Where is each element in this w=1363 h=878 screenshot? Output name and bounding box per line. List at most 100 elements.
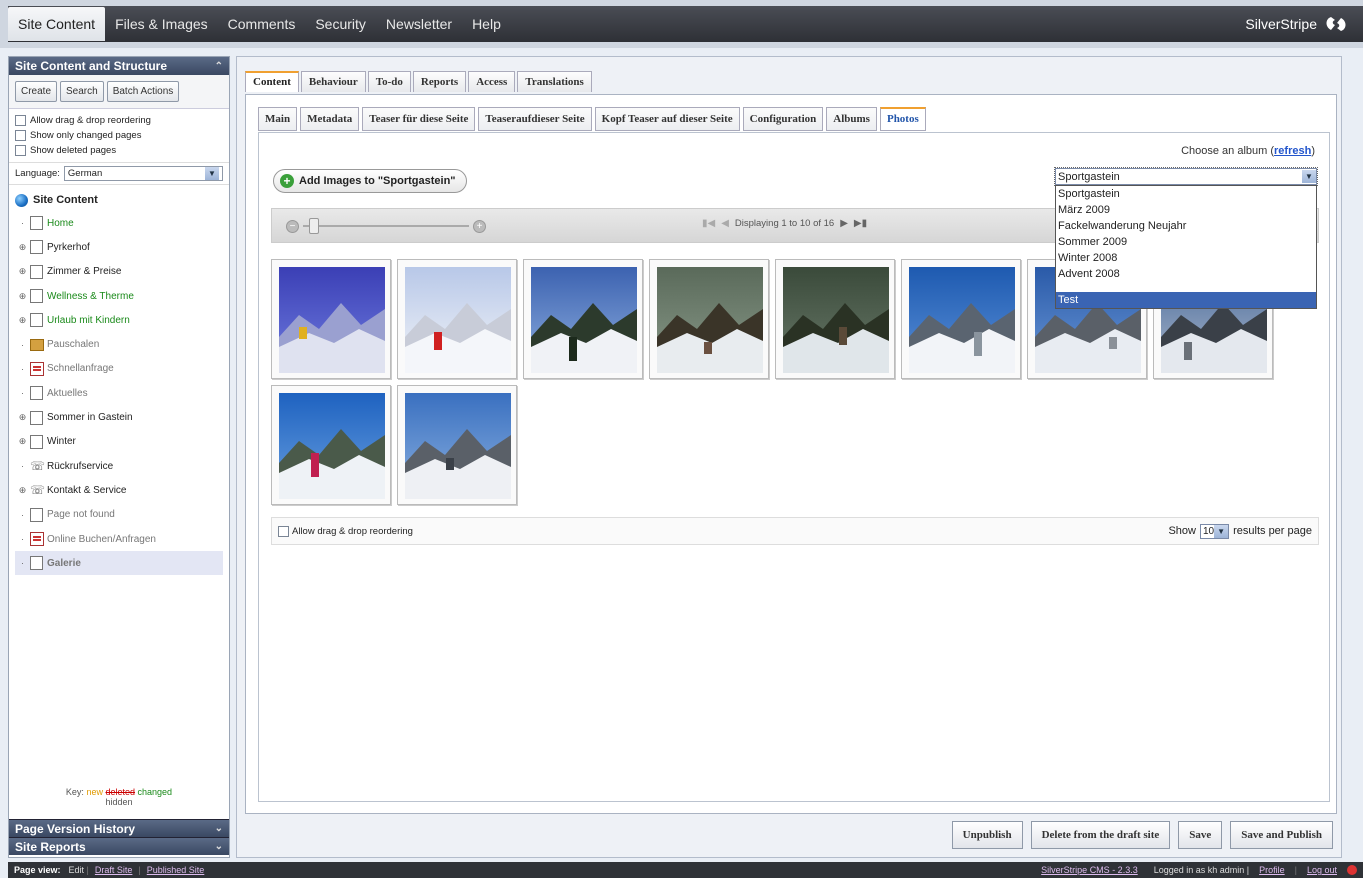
refresh-link[interactable]: refresh — [1274, 145, 1311, 157]
album-option[interactable]: Test — [1056, 292, 1316, 308]
photo-thumbnail[interactable] — [271, 259, 391, 379]
tree-item[interactable]: ⊕ Winter — [15, 430, 223, 454]
collapse-icon[interactable]: ⌃ — [215, 61, 223, 72]
outer-tab[interactable]: To-do — [367, 71, 411, 92]
top-nav-item[interactable]: Newsletter — [376, 6, 462, 42]
outer-tab[interactable]: Behaviour — [300, 71, 366, 92]
tree-option[interactable]: Allow drag & drop reordering — [15, 113, 223, 128]
tree-item[interactable]: ⊕ Urlaub mit Kindern — [15, 308, 223, 332]
inner-tab[interactable]: Kopf Teaser auf dieser Seite — [594, 107, 740, 131]
tree-action-button[interactable]: Search — [60, 81, 104, 102]
checkbox[interactable] — [15, 115, 26, 126]
tree-item[interactable]: · ☏ Rückrufservice — [15, 454, 223, 478]
expand-icon[interactable]: ⊕ — [17, 412, 28, 423]
first-page-icon[interactable]: ▮◀ — [702, 218, 715, 229]
inner-tab[interactable]: Metadata — [300, 107, 360, 131]
tree-item[interactable]: · Page not found — [15, 503, 223, 527]
photo-thumbnail[interactable] — [901, 259, 1021, 379]
language-select[interactable]: German ▼ — [63, 166, 223, 181]
outer-tab[interactable]: Translations — [517, 71, 592, 92]
form-action-button[interactable]: Save — [1178, 821, 1223, 849]
tree-item[interactable]: ⊕ Zimmer & Preise — [15, 260, 223, 284]
drag-reorder-checkbox[interactable] — [278, 525, 289, 537]
tree-item[interactable]: · Aktuelles — [15, 381, 223, 405]
slider-handle[interactable] — [309, 218, 319, 234]
form-action-button[interactable]: Unpublish — [951, 821, 1023, 849]
tree-item[interactable]: · Schnellanfrage — [15, 357, 223, 381]
album-option[interactable]: Fackelwanderung Neujahr — [1056, 218, 1316, 234]
tree-root[interactable]: Site Content — [15, 189, 223, 211]
top-nav-item[interactable]: Site Content — [8, 7, 106, 41]
tree-option[interactable]: Show only changed pages — [15, 128, 223, 143]
expand-icon[interactable]: ⊕ — [17, 485, 28, 496]
top-nav-item[interactable]: Help — [462, 6, 511, 42]
cms-version-link[interactable]: SilverStripe CMS - 2.3.3 — [1041, 865, 1138, 875]
logout-icon[interactable] — [1347, 865, 1357, 875]
last-page-icon[interactable]: ▶▮ — [854, 218, 867, 229]
zoom-in-icon[interactable]: + — [473, 219, 486, 233]
site-content-panel-header[interactable]: Site Content and Structure ⌃ — [9, 57, 229, 75]
form-action-button[interactable]: Delete from the draft site — [1030, 821, 1171, 849]
outer-tab[interactable]: Reports — [412, 71, 467, 92]
photo-thumbnail[interactable] — [775, 259, 895, 379]
inner-tab[interactable]: Photos — [879, 107, 926, 131]
tree-item[interactable]: · Pauschalen — [15, 332, 223, 356]
top-nav-item[interactable]: Comments — [218, 6, 306, 42]
next-page-icon[interactable]: ▶ — [840, 218, 848, 229]
album-option[interactable]: März 2009 — [1056, 202, 1316, 218]
tree-action-button[interactable]: Create — [15, 81, 58, 102]
tree-item[interactable]: · Home — [15, 211, 223, 235]
inner-tab[interactable]: Teaser für diese Seite — [362, 107, 476, 131]
add-images-button[interactable]: + Add Images to "Sportgastein" — [273, 169, 467, 193]
form-action-button[interactable]: Save and Publish — [1230, 821, 1333, 849]
expand-icon[interactable]: ⊕ — [17, 315, 28, 326]
tree-item[interactable]: · Galerie — [15, 551, 223, 576]
tree-option[interactable]: Show deleted pages — [15, 143, 223, 158]
inner-tab[interactable]: Main — [258, 107, 298, 131]
outer-tab[interactable]: Access — [468, 71, 516, 92]
bottom-panel-header[interactable]: Site Reports ⌄ — [9, 837, 229, 855]
photo-thumbnail[interactable] — [271, 385, 391, 505]
inner-tab[interactable]: Teaseraufdieser Seite — [478, 107, 592, 131]
tree-item[interactable]: ⊕ Sommer in Gastein — [15, 405, 223, 429]
tree-item[interactable]: ⊕ Wellness & Therme — [15, 284, 223, 308]
inner-tab[interactable]: Albums — [826, 107, 877, 131]
expand-icon[interactable]: ⊕ — [17, 436, 28, 447]
album-option[interactable]: Winter 2008 — [1056, 250, 1316, 266]
top-nav-bar: Site Content Files & Images Comments Securi… — [8, 6, 1363, 42]
top-nav-item[interactable]: Files & Images — [105, 6, 218, 42]
expand-icon[interactable]: ⊕ — [17, 291, 28, 302]
photo-thumbnail[interactable] — [649, 259, 769, 379]
photo-thumbnail[interactable] — [523, 259, 643, 379]
draft-site-link[interactable]: Draft Site — [95, 865, 133, 875]
album-option[interactable]: Sommer 2009 — [1056, 234, 1316, 250]
logout-link[interactable]: Log out — [1307, 865, 1337, 875]
per-page-select[interactable]: 10 ▼ — [1199, 523, 1230, 539]
album-option[interactable]: Sportgastein — [1056, 186, 1316, 202]
tree-item[interactable]: · Online Buchen/Anfragen — [15, 527, 223, 551]
published-site-link[interactable]: Published Site — [147, 865, 205, 875]
profile-link[interactable]: Profile — [1259, 865, 1285, 875]
zoom-out-icon[interactable]: − — [286, 219, 299, 233]
expand-icon[interactable]: ⊕ — [17, 242, 28, 253]
zoom-slider[interactable]: − + — [286, 218, 486, 234]
outer-tab[interactable]: Content — [245, 71, 299, 92]
tree-action-button[interactable]: Batch Actions — [106, 81, 180, 102]
album-option[interactable] — [1056, 282, 1316, 292]
expand-icon[interactable]: ⌄ — [215, 841, 223, 852]
top-nav-item[interactable]: Security — [305, 6, 376, 42]
bottom-panel-header[interactable]: Page Version History ⌄ — [9, 819, 229, 837]
expand-icon[interactable]: ⌄ — [215, 823, 223, 834]
expand-icon[interactable]: ⊕ — [17, 266, 28, 277]
album-select[interactable]: Sportgastein ▼ — [1054, 167, 1318, 186]
tree-item[interactable]: ⊕ ☏ Kontakt & Service — [15, 478, 223, 502]
photo-thumbnail[interactable] — [397, 385, 517, 505]
checkbox[interactable] — [15, 145, 26, 156]
slider-track[interactable] — [303, 218, 469, 234]
checkbox[interactable] — [15, 130, 26, 141]
album-option[interactable]: Advent 2008 — [1056, 266, 1316, 282]
tree-item[interactable]: ⊕ Pyrkerhof — [15, 235, 223, 259]
inner-tab[interactable]: Configuration — [742, 107, 824, 131]
prev-page-icon[interactable]: ◀ — [721, 218, 729, 229]
photo-thumbnail[interactable] — [397, 259, 517, 379]
